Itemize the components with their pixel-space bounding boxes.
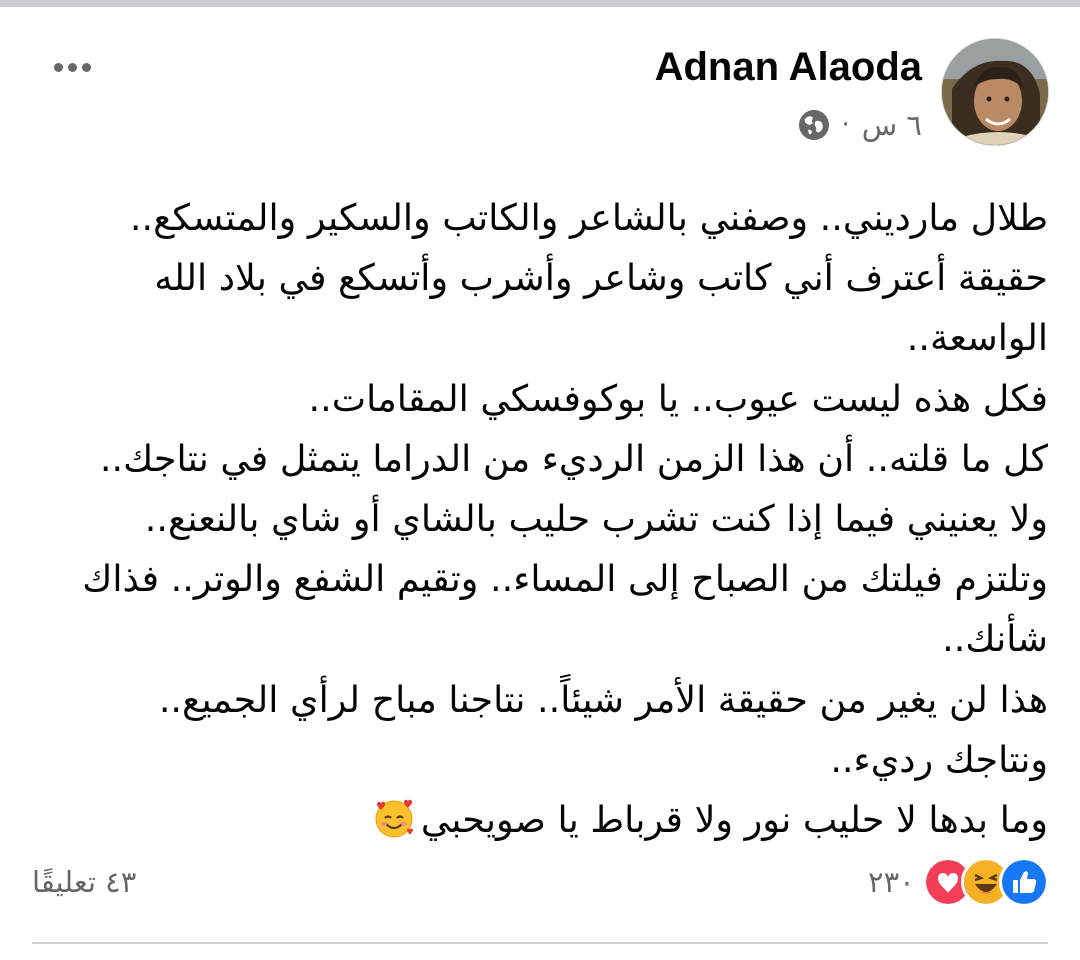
post-text-line: ونتاجك رديء.. — [830, 737, 1048, 781]
more-dots-icon — [53, 62, 63, 72]
author-name[interactable]: Adnan Alaoda — [655, 45, 922, 90]
post-meta: ٦ س · — [798, 107, 922, 143]
smiling-face-with-hearts-emoji — [375, 799, 413, 838]
like-icon — [998, 857, 1049, 907]
post-text: طلال مارديني.. وصفني بالشاعر والكاتب وال… — [32, 188, 1048, 850]
post-text-line: وما بدها لا حليب نور ولا قرباط يا صويحبي — [420, 797, 1048, 841]
post-text-line: فكل هذه ليست عيوب.. يا بوكوفسكي المقامات… — [308, 376, 1048, 420]
avatar-photo — [942, 39, 1048, 145]
post-text-line: الواسعة.. — [906, 316, 1048, 360]
reactions-summary[interactable]: ٢٣٠ — [868, 857, 1049, 907]
post-text-line: هذا لن يغير من حقيقة الأمر شيئاً.. نتاجن… — [158, 677, 1048, 721]
post-text-line: شأنك.. — [942, 617, 1048, 661]
globe-icon[interactable] — [798, 109, 830, 141]
post-text-line: ولا يعنيني فيما إذا كنت تشرب حليب بالشاي… — [144, 496, 1048, 540]
post-card: Adnan Alaoda ٦ س · طلال مارديني.. وصفني … — [0, 7, 1080, 960]
top-strip — [0, 0, 1080, 7]
post-text-line: حقيقة أعترف أني كاتب وشاعر وأشرب وأتسكع … — [154, 256, 1048, 300]
comments-count-link[interactable]: ٤٣ تعليقًا — [32, 865, 136, 899]
meta-separator: · — [841, 110, 850, 140]
post-time[interactable]: ٦ س — [862, 108, 922, 142]
post-text-last-line: وما بدها لا حليب نور ولا قرباط يا صويحبي — [32, 790, 1048, 850]
post-text-line: كل ما قلته.. أن هذا الزمن الرديء من الدر… — [99, 436, 1048, 480]
post-text-line: وتلتزم فيلتك من الصباح إلى المساء.. وتقي… — [82, 557, 1048, 601]
avatar[interactable] — [941, 38, 1049, 146]
post-text-line: طلال مارديني.. وصفني بالشاعر والكاتب وال… — [129, 196, 1048, 239]
more-dot — [81, 62, 91, 72]
divider — [32, 942, 1048, 944]
more-options-button[interactable] — [48, 55, 96, 79]
reaction-icons — [922, 857, 1049, 907]
reaction-count: ٢٣٠ — [868, 865, 915, 899]
more-dot — [67, 62, 77, 72]
